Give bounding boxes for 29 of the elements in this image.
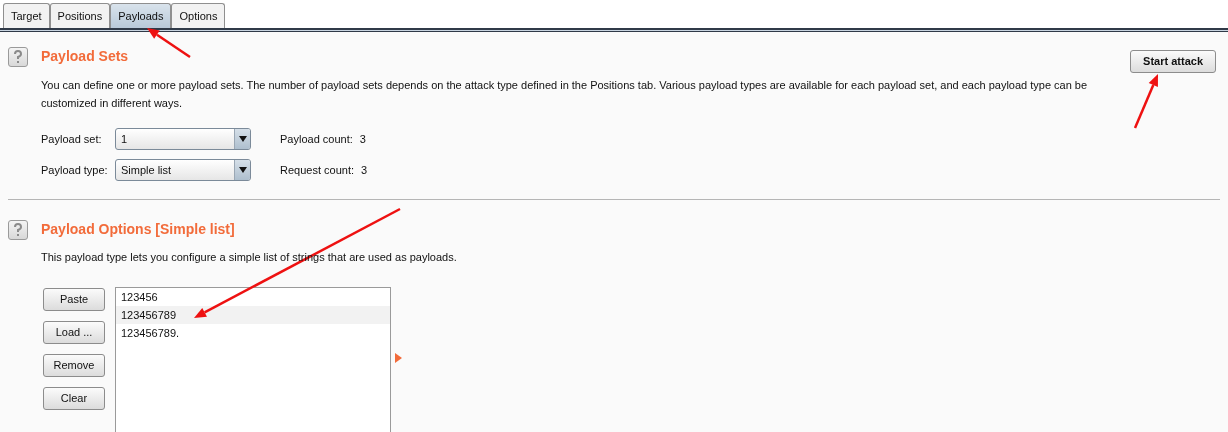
list-action-button[interactable]: Load ...: [43, 320, 105, 344]
annotation-arrow: [147, 28, 191, 59]
list-action-button[interactable]: Remove: [43, 353, 105, 377]
start-attack-button[interactable]: Start attack: [1130, 50, 1216, 73]
help-icon[interactable]: [8, 219, 28, 240]
count-value: 3: [359, 131, 366, 147]
tab[interactable]: Options: [171, 3, 226, 28]
tab[interactable]: Payloads: [110, 3, 172, 28]
tab[interactable]: Target: [3, 3, 50, 28]
list-item[interactable]: 123456789: [116, 305, 390, 324]
expand-arrow-icon: [395, 352, 402, 363]
help-icon[interactable]: [8, 46, 28, 67]
dropdown[interactable]: Simple list: [115, 159, 251, 181]
list-action-button[interactable]: Clear: [43, 386, 105, 410]
list-item[interactable]: 123456: [116, 287, 390, 306]
field-label: Payload set:: [41, 131, 103, 147]
list-item[interactable]: 123456789.: [116, 323, 390, 342]
section-title: Payload Options [Simple list]: [41, 220, 235, 239]
count-value: 3: [361, 162, 368, 178]
annotation-arrow: [1133, 74, 1158, 129]
section-description: You can define one or more payload sets. The number of payload sets depends on the attack type defined in the Positions tab. Various payload types are available for each payload set, and each payload type can be customized in different ways.: [41, 78, 1089, 111]
section-title: Payload Sets: [41, 47, 129, 66]
dropdown[interactable]: 1: [115, 128, 251, 150]
count-label: Request count:: [280, 162, 354, 178]
payload-list[interactable]: 123456 123456789 123456789.: [115, 286, 391, 432]
count-label: Payload count:: [280, 131, 353, 147]
field-label: Payload type:: [41, 162, 109, 178]
tab[interactable]: Positions: [49, 3, 111, 28]
list-action-button[interactable]: Paste: [43, 287, 105, 311]
